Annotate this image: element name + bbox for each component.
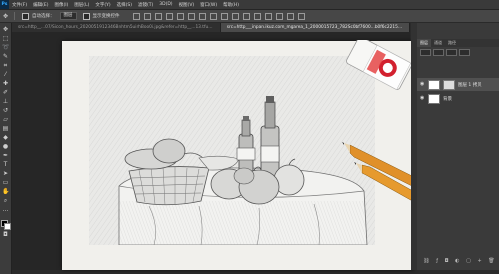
dodge-tool-icon[interactable]: ● [2,144,9,150]
opacity-field[interactable] [446,48,457,56]
lasso-tool-icon[interactable]: ➰ [2,45,9,51]
tab-channels[interactable]: 通道 [431,39,445,47]
more-tools-icon[interactable]: … [2,207,9,213]
distribute-bottom-icon[interactable] [220,12,228,20]
type-tool-icon[interactable]: T [2,162,9,168]
menu-file[interactable]: 文件(F) [9,2,30,8]
menu-edit[interactable]: 编辑(E) [30,2,51,8]
move-tool-icon[interactable]: ✥ [2,27,9,33]
align-left-icon[interactable] [165,12,173,20]
layer-row-copy[interactable]: ◉ 图层 1 拷贝 [417,78,499,91]
clone-stamp-icon[interactable]: ⊥ [2,99,9,105]
distribute-middle-icon[interactable] [209,12,217,20]
separator [14,12,15,20]
menu-view[interactable]: 视图(V) [176,2,198,8]
eraser-tool-icon[interactable]: ▱ [2,117,9,123]
healing-brush-icon[interactable]: ✚ [2,81,9,87]
align-top-icon[interactable] [132,12,140,20]
layer-filter-dropdown[interactable] [420,48,431,56]
document-tab-1[interactable]: src=http__...07/Sicon_hours_202005191234… [12,23,221,32]
eyedropper-tool-icon[interactable]: ⁄ [2,72,9,78]
menu-3d[interactable]: 3D(D) [156,2,175,7]
auto-align-icon[interactable] [264,12,272,20]
document-tabs: src=http__...07/Sicon_hours_202005191234… [12,23,410,32]
auto-select-label: 自动选择： [32,14,55,19]
marquee-tool-icon[interactable]: ⬚ [2,36,9,42]
distribute-center-icon[interactable] [242,12,250,20]
path-select-icon[interactable]: ➤ [2,171,9,177]
photoshop-logo[interactable]: Ps [0,0,9,9]
color-swatches[interactable] [1,220,11,230]
align-center-icon[interactable] [176,12,184,20]
layers-panel-tabs: 图层 通道 路径 [417,39,499,47]
pencils-prop-image [342,142,420,204]
align-middle-icon[interactable] [143,12,151,20]
quick-mask-icon[interactable]: ◘ [2,232,9,238]
gradient-tool-icon[interactable]: ▤ [2,126,9,132]
history-brush-icon[interactable]: ↺ [2,108,9,114]
link-layers-icon[interactable]: ⛓ [423,258,429,266]
3d-mode-icon[interactable] [275,12,283,20]
lock-controls[interactable] [459,48,470,56]
background-color-swatch[interactable] [4,223,11,230]
new-layer-icon[interactable]: + [477,258,481,266]
menu-type[interactable]: 文字(Y) [92,2,113,8]
distribute-right-icon[interactable] [253,12,261,20]
layer-name: 背景 [443,96,452,102]
auto-select-checkbox[interactable] [22,12,29,20]
fx-icon[interactable]: ƒ [436,258,438,266]
layer-name: 图层 1 拷贝 [458,82,482,88]
options-bar: ✥ 自动选择： 图层 显示变换控件 [0,10,499,23]
3d-pan-icon[interactable] [297,12,305,20]
visibility-eye-icon[interactable]: ◉ [420,96,425,101]
zoom-tool-icon[interactable]: ⌕ [2,198,9,204]
layer-thumbnail [428,93,440,104]
align-right-icon[interactable] [187,12,195,20]
3d-rotate-icon[interactable] [286,12,294,20]
layers-panel-footer: ⛓ ƒ ◘ ◐ ▢ + 🗑 [420,258,498,266]
distribute-top-icon[interactable] [198,12,206,20]
pen-tool-icon[interactable]: ✒ [2,153,9,159]
layer-thumbnail [428,79,440,90]
menu-image[interactable]: 图像(I) [51,2,71,8]
menu-bar: Ps 文件(F) 编辑(E) 图像(I) 图层(L) 文字(Y) 选择(S) 滤… [0,0,499,10]
tab-layers[interactable]: 图层 [417,39,431,47]
layer-controls [417,47,499,57]
visibility-eye-icon[interactable]: ◉ [420,82,425,87]
new-group-icon[interactable]: ▢ [466,258,471,266]
auto-select-dropdown[interactable]: 图层 [59,12,77,20]
layer-mask-thumbnail [443,79,455,90]
menu-window[interactable]: 窗口(W) [197,2,220,8]
move-tool-icon[interactable]: ✥ [2,13,9,20]
menu-layer[interactable]: 图层(L) [71,2,92,8]
align-bottom-icon[interactable] [154,12,162,20]
rectangle-tool-icon[interactable]: ▭ [2,180,9,186]
show-transform-checkbox[interactable] [82,12,90,20]
align-buttons [132,12,305,20]
eraser-prop-image [346,40,412,90]
adjustment-layer-icon[interactable]: ◐ [455,258,459,266]
layer-row-background[interactable]: ◉ 背景 [417,92,499,105]
document-tab-2[interactable]: src=http___inpan.ikuz.com_mgarea_1_20000… [220,23,410,32]
sketch-still-life-image [89,56,375,245]
panel-icon-strip [411,23,417,270]
quick-select-tool-icon[interactable]: ✎ [2,54,9,60]
brush-tool-icon[interactable]: ✐ [2,90,9,96]
right-panel [411,23,499,270]
hand-tool-icon[interactable]: ✋ [2,189,9,195]
show-transform-label: 显示变换控件 [92,14,120,19]
tab-paths[interactable]: 路径 [445,39,459,47]
menu-filter[interactable]: 滤镜(T) [135,2,156,8]
menu-help[interactable]: 帮助(H) [220,2,242,8]
menu-select[interactable]: 选择(S) [114,2,135,8]
delete-layer-icon[interactable]: 🗑 [488,258,494,266]
tools-panel: ✥ ⬚ ➰ ✎ ⌗ ⁄ ✚ ✐ ⊥ ↺ ▱ ▤ ◆ ● ✒ T ➤ ▭ ✋ ⌕ … [0,23,12,274]
crop-tool-icon[interactable]: ⌗ [2,63,9,69]
blend-mode-dropdown[interactable] [433,48,444,56]
distribute-left-icon[interactable] [231,12,239,20]
add-mask-icon[interactable]: ◘ [445,258,449,266]
blur-tool-icon[interactable]: ◆ [2,135,9,141]
